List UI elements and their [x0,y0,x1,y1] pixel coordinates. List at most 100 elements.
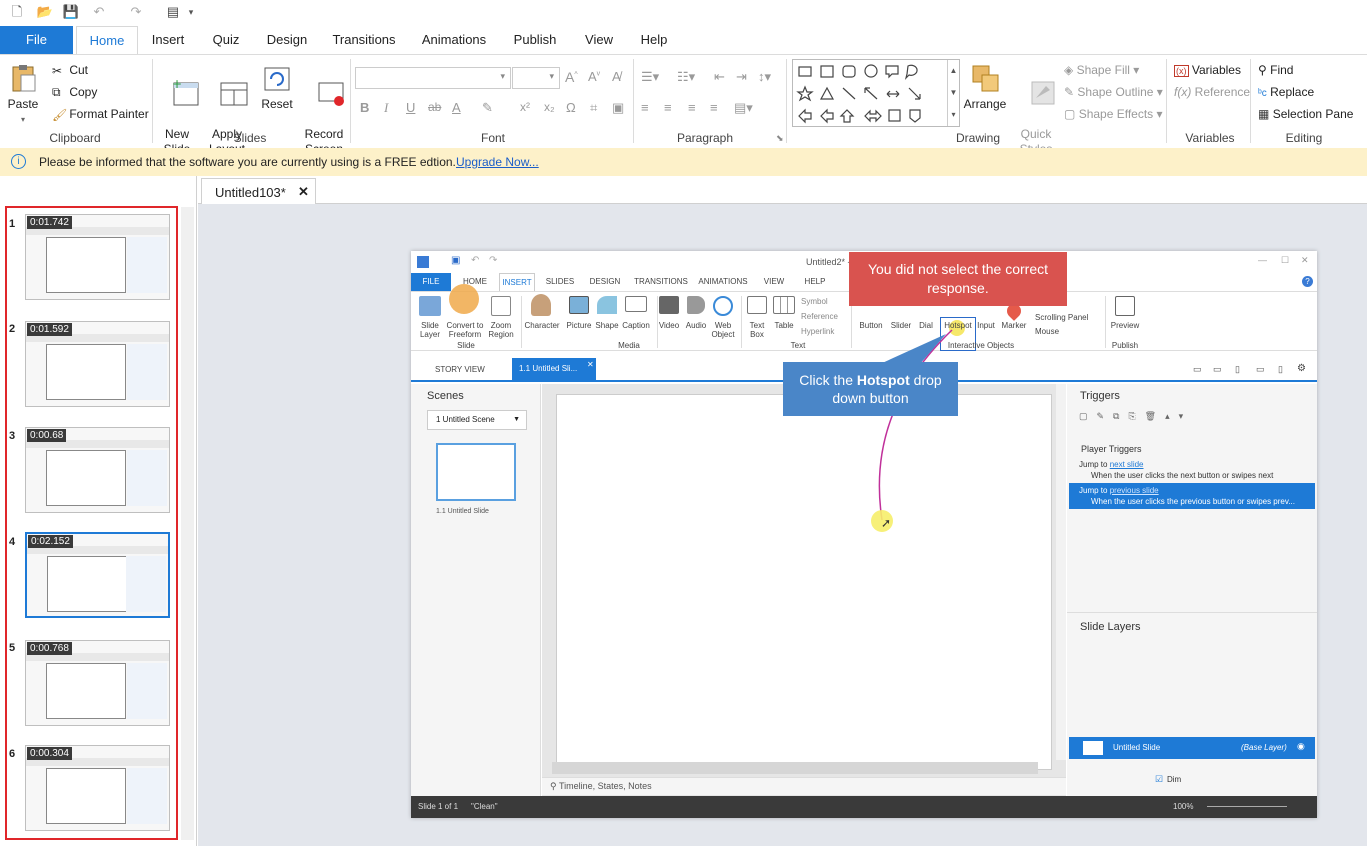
shrink-font-icon[interactable]: Av [588,69,600,84]
reference-button[interactable]: f(x) Reference [1174,85,1250,99]
text-box-label: Text Box [749,321,765,339]
superscript-icon[interactable]: x² [520,100,530,114]
slide-thumbnail[interactable]: 0:00.768 [25,640,170,726]
clear-format-icon[interactable]: A̸ [612,69,621,84]
symbol-label: Symbol [801,297,828,306]
grow-font-icon[interactable]: A^ [565,69,578,85]
gallery-scroll[interactable]: ▲ ▼ ▾ [947,60,959,126]
reset-button[interactable]: Reset [258,63,296,112]
tab-quiz[interactable]: Quiz [205,26,247,54]
marker-label: Marker [1001,321,1027,330]
save-icon[interactable]: 💾 [62,3,80,21]
redo-icon[interactable]: ↷ [127,3,145,21]
font-color-icon[interactable]: A [452,100,461,115]
arrange-icon [972,65,999,92]
search-icon: ⚲ [1258,63,1267,77]
thumb-slide [46,344,126,400]
justify-icon[interactable]: ≡ [710,100,718,115]
paste-button[interactable]: Paste ▾ [4,63,42,127]
app-logo-icon [417,256,429,268]
bullets-icon[interactable]: ☰▾ [641,69,659,85]
format-painter-button[interactable]: 🖌 Format Painter [52,107,149,122]
document-tab[interactable]: Untitled103* ✕ [201,178,316,205]
paint-bucket-icon: ◈ [1064,63,1074,77]
symbol-icon[interactable]: Ω [566,100,576,115]
find-button[interactable]: ⚲ Find [1258,63,1293,77]
arrange-button[interactable]: Arrange [962,63,1008,112]
dialog-launcher-icon[interactable]: ⬊ [776,133,784,144]
slide-thumbnail[interactable]: 0:02.152 [25,532,170,618]
tab-publish[interactable]: Publish [508,26,562,54]
slide-thumbnail[interactable]: 0:00.68 [25,427,170,513]
undo-icon[interactable]: ↶ [90,3,108,21]
copy-button[interactable]: ⧉ Copy [52,85,97,100]
tab-view[interactable]: View [578,26,620,54]
tab-file[interactable]: File [0,26,73,54]
replace-button[interactable]: ᵇc Replace [1258,85,1314,99]
slide-thumbnail[interactable]: 0:00.304 [25,745,170,831]
strikethrough-icon[interactable]: ab [428,100,441,114]
caption-icon [625,296,647,312]
subscript-icon[interactable]: x₂ [544,100,555,114]
replace-icon: ᵇc [1258,88,1267,99]
highlight-icon[interactable]: ✎ [482,100,493,116]
slide-thumbnail[interactable]: 0:01.742 [25,214,170,300]
slide-thumbnail[interactable]: 0:01.592 [25,321,170,407]
timeline-bar: ⚲ Timeline, States, Notes [542,777,1066,795]
convert-freeform-label: Convert to Freeform [446,321,484,339]
shape-outline-button[interactable]: ✎ Shape Outline ▾ [1064,85,1163,99]
slide-layers-title: Slide Layers [1080,621,1141,633]
shape-fill-button[interactable]: ◈ Shape Fill ▾ [1064,63,1139,77]
tab-transitions[interactable]: Transitions [328,26,400,54]
font-size-select[interactable]: ▾ [512,67,560,89]
selection-pane-label: Selection Pane [1272,107,1354,121]
upgrade-link[interactable]: Upgrade Now... [456,155,539,169]
align-right-icon[interactable]: ≡ [688,100,696,115]
clipboard-group-label: Clipboard [49,131,101,145]
copy-label: Copy [69,85,98,99]
arrange-label: Arrange [963,97,1007,111]
slide-number: 2 [9,323,16,335]
variables-icon: (x) [1174,65,1189,77]
tab-design[interactable]: Design [260,26,314,54]
copy-icon: ⧉ [52,85,61,100]
text-effects-icon[interactable]: ⌗ [590,100,597,116]
separator [741,296,742,348]
tab-animations[interactable]: Animations [416,26,492,54]
selection-pane-button[interactable]: ▦ Selection Pane [1258,107,1353,121]
instruction-text-bold: Hotspot [856,372,910,388]
preview-icon[interactable]: ▤ [164,3,182,21]
shape-effects-button[interactable]: ▢ Shape Effects ▾ [1064,107,1163,121]
italic-icon[interactable]: I [384,100,388,116]
font-family-select[interactable]: ▾ [355,67,511,89]
separator [1166,59,1167,143]
underline-icon[interactable]: U [406,100,415,115]
variables-button[interactable]: (x) Variables [1174,63,1241,77]
align-center-icon[interactable]: ≡ [664,100,672,115]
tab-home[interactable]: Home [76,26,138,54]
decrease-indent-icon[interactable]: ⇤ [714,69,725,85]
slide-duration: 0:01.742 [27,216,72,229]
scenes-title: Scenes [427,390,464,402]
customize-dropdown-icon[interactable]: ▾ [182,3,200,21]
inner-status-bar: Slide 1 of 1 "Clean" 100% [411,796,1317,818]
shapes-gallery[interactable]: ▲ ▼ ▾ [792,59,960,127]
bold-icon[interactable]: B [360,100,369,115]
align-left-icon[interactable]: ≡ [641,100,649,115]
text-align-icon[interactable]: ▤▾ [734,100,753,116]
thumbnail-scrollbar[interactable] [181,207,194,840]
line-spacing-icon[interactable]: ↕▾ [758,69,771,85]
thumb-panel [127,768,167,824]
separator [786,59,787,143]
cut-button[interactable]: ✂ Cut [52,63,88,78]
tab-insert[interactable]: Insert [143,26,193,54]
thumb-slide [47,556,127,612]
open-folder-icon[interactable]: 📂 [36,3,54,21]
numbering-icon[interactable]: ☷▾ [677,69,695,85]
editing-group-label: Editing [1285,131,1323,145]
tab-help[interactable]: Help [634,26,674,54]
new-file-icon[interactable]: 🗋 [8,3,26,21]
close-icon[interactable]: ✕ [298,184,309,200]
increase-indent-icon[interactable]: ⇥ [736,69,747,85]
text-outline-icon[interactable]: ▣ [612,100,624,116]
